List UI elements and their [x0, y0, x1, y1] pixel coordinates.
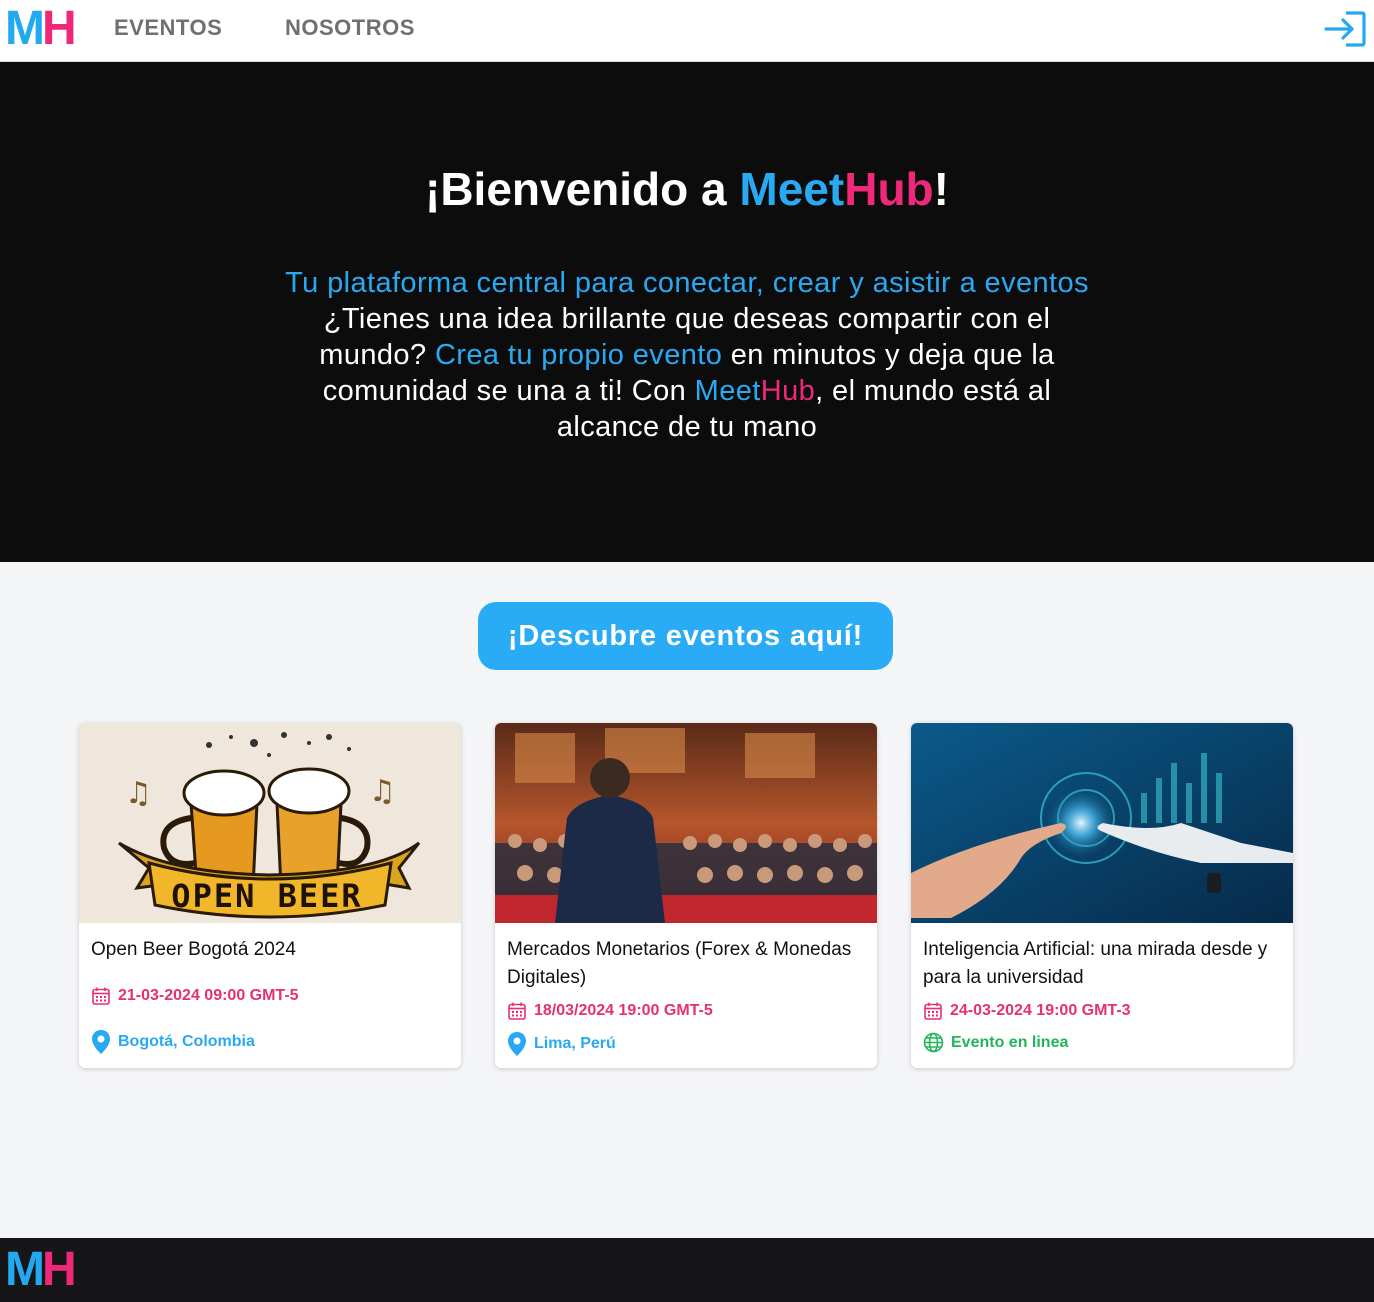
event-image-conference	[495, 723, 877, 923]
nav-link-nosotros[interactable]: NOSOTROS	[285, 15, 415, 41]
open-beer-banner-text: OPEN BEER	[171, 877, 362, 915]
top-navbar: MH EVENTOS NOSOTROS	[0, 0, 1374, 62]
event-image-open-beer: ♫ ♫ OPEN BEER	[79, 723, 461, 923]
calendar-icon	[924, 1002, 942, 1020]
login-icon	[1324, 11, 1366, 47]
event-location: Evento en linea	[923, 1032, 1068, 1053]
event-location: Lima, Perú	[507, 1031, 616, 1057]
event-image-ai	[911, 723, 1293, 923]
login-button[interactable]	[1322, 8, 1368, 50]
calendar-icon	[508, 1002, 526, 1020]
event-date: 21-03-2024 09:00 GMT-5	[91, 986, 299, 1006]
logo-letter-m: M	[5, 1243, 45, 1296]
event-card[interactable]: Inteligencia Artificial: una mirada desd…	[911, 723, 1293, 1068]
event-date: 24-03-2024 19:00 GMT-3	[923, 1001, 1131, 1021]
footer: MH	[0, 1238, 1374, 1302]
hero-title: ¡Bienvenido a MeetHub!	[425, 163, 949, 215]
svg-text:♫: ♫	[125, 776, 152, 811]
logo-letter-m: M	[5, 2, 45, 55]
hero-section: ¡Bienvenido a MeetHub! Tu plataforma cen…	[0, 62, 1374, 562]
discover-events-button[interactable]: ¡Descubre eventos aquí!	[478, 602, 893, 670]
globe-icon	[923, 1032, 944, 1053]
event-location: Bogotá, Colombia	[91, 1029, 255, 1055]
nav-link-eventos[interactable]: EVENTOS	[114, 15, 222, 41]
calendar-icon	[92, 987, 110, 1005]
location-pin-icon	[92, 1030, 110, 1054]
meethub-logo[interactable]: MH	[5, 2, 77, 55]
event-card[interactable]: Mercados Monetarios (Forex & Monedas Dig…	[495, 723, 877, 1068]
location-pin-icon	[508, 1032, 526, 1056]
event-card[interactable]: ♫ ♫ OPEN BEER Open Beer Bogotá 2024 21-03…	[79, 723, 461, 1068]
logo-letter-h: H	[41, 2, 77, 55]
event-title: Mercados Monetarios (Forex & Monedas Dig…	[507, 939, 852, 988]
hero-description: Tu plataforma central para conectar, cre…	[285, 267, 1089, 443]
footer-meethub-logo[interactable]: MH	[5, 1243, 77, 1296]
logo-letter-h: H	[41, 1243, 77, 1296]
event-title: Open Beer Bogotá 2024	[91, 939, 296, 960]
svg-text:♫: ♫	[369, 774, 396, 809]
event-date: 18/03/2024 19:00 GMT-5	[507, 1001, 713, 1021]
event-title: Inteligencia Artificial: una mirada desd…	[923, 939, 1268, 988]
